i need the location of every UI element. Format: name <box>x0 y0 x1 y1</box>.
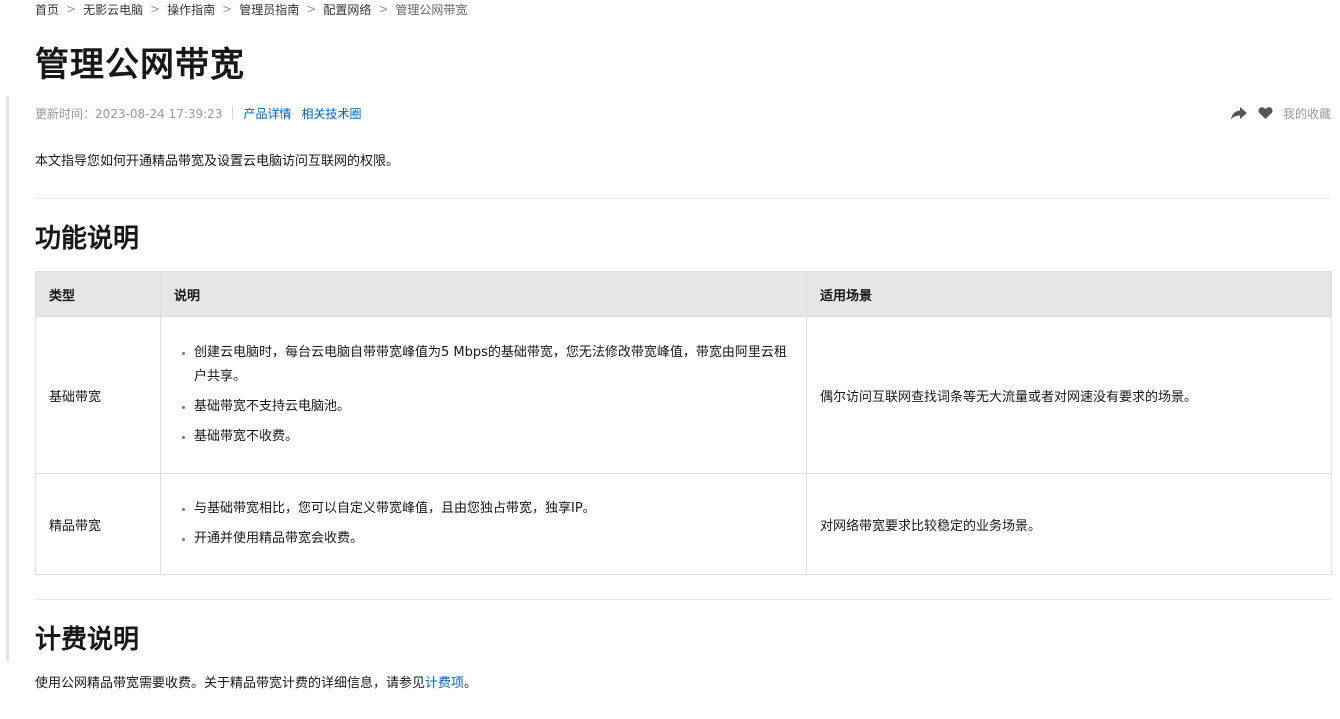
billing-items-link[interactable]: 计费项 <box>425 676 464 691</box>
col-header-scenario: 适用场景 <box>806 271 1332 317</box>
cell-type: 精品带宽 <box>35 473 161 575</box>
breadcrumb-separator: > <box>66 2 77 16</box>
breadcrumb-item-admin-guide[interactable]: 管理员指南 <box>239 1 299 18</box>
list-item: 创建云电脑时，每台云电脑自带带宽峰值为5 Mbps的基础带宽，您无法修改带宽峰值… <box>194 341 793 389</box>
heart-icon[interactable] <box>1258 106 1273 120</box>
list-item: 与基础带宽相比，您可以自定义带宽峰值，且由您独占带宽，独享IP。 <box>194 497 793 521</box>
breadcrumb-separator: > <box>222 2 233 16</box>
col-header-desc: 说明 <box>160 271 807 317</box>
section-divider <box>35 599 1331 600</box>
tech-circle-link[interactable]: 相关技术圈 <box>301 105 361 122</box>
breadcrumb-separator: > <box>150 2 161 16</box>
doc-meta-bar: 更新时间：2023-08-24 17:39:23 产品详情 相关技术圈 我的收藏 <box>35 104 1331 122</box>
breadcrumb-item-guide[interactable]: 操作指南 <box>167 1 215 18</box>
breadcrumb-separator: > <box>378 2 389 16</box>
cell-desc: 与基础带宽相比，您可以自定义带宽峰值，且由您独占带宽，独享IP。 开通并使用精品… <box>160 473 807 575</box>
features-table: 类型 说明 适用场景 基础带宽 创建云电脑时，每台云电脑自带带宽峰值为5 Mbp… <box>35 271 1332 575</box>
cell-type: 基础带宽 <box>35 316 161 474</box>
breadcrumb-item-home[interactable]: 首页 <box>35 1 59 18</box>
list-item: 基础带宽不支持云电脑池。 <box>194 395 793 419</box>
list-item: 基础带宽不收费。 <box>194 425 793 449</box>
left-scroll-rail <box>6 96 9 661</box>
cell-scenario: 对网络带宽要求比较稳定的业务场景。 <box>806 473 1332 575</box>
desc-list: 创建云电脑时，每台云电脑自带带宽峰值为5 Mbps的基础带宽，您无法修改带宽峰值… <box>174 341 793 449</box>
table-row: 精品带宽 与基础带宽相比，您可以自定义带宽峰值，且由您独占带宽，独享IP。 开通… <box>35 473 1332 575</box>
table-header-row: 类型 说明 适用场景 <box>35 271 1332 317</box>
features-heading: 功能说明 <box>35 224 140 254</box>
intro-paragraph: 本文指导您如何开通精品带宽及设置云电脑访问互联网的权限。 <box>35 154 400 169</box>
cell-scenario: 偶尔访问互联网查找词条等无大流量或者对网速没有要求的场景。 <box>806 316 1332 474</box>
doc-actions: 我的收藏 <box>1230 105 1331 122</box>
my-favorites-link[interactable]: 我的收藏 <box>1283 105 1331 122</box>
cell-desc: 创建云电脑时，每台云电脑自带带宽峰值为5 Mbps的基础带宽，您无法修改带宽峰值… <box>160 316 807 474</box>
product-details-link[interactable]: 产品详情 <box>243 105 291 122</box>
updated-time: 更新时间：2023-08-24 17:39:23 <box>35 106 223 121</box>
table-row: 基础带宽 创建云电脑时，每台云电脑自带带宽峰值为5 Mbps的基础带宽，您无法修… <box>35 316 1332 474</box>
breadcrumb: 首页 > 无影云电脑 > 操作指南 > 管理员指南 > 配置网络 > 管理公网带… <box>35 0 467 18</box>
billing-heading: 计费说明 <box>35 625 140 655</box>
breadcrumb-separator: > <box>306 2 317 16</box>
billing-text-end: 。 <box>464 676 478 691</box>
breadcrumb-current: 管理公网带宽 <box>395 2 468 17</box>
share-icon[interactable] <box>1230 106 1248 120</box>
col-header-type: 类型 <box>35 271 161 317</box>
breadcrumb-item-product[interactable]: 无影云电脑 <box>83 1 143 18</box>
section-divider <box>35 198 1331 199</box>
billing-paragraph: 使用公网精品带宽需要收费。关于精品带宽计费的详细信息，请参见计费项。 <box>35 674 477 694</box>
breadcrumb-item-network[interactable]: 配置网络 <box>323 1 371 18</box>
desc-list: 与基础带宽相比，您可以自定义带宽峰值，且由您独占带宽，独享IP。 开通并使用精品… <box>174 497 793 551</box>
billing-text: 使用公网精品带宽需要收费。关于精品带宽计费的详细信息，请参见 <box>35 676 426 691</box>
meta-divider <box>232 106 234 120</box>
page-title: 管理公网带宽 <box>35 45 245 85</box>
list-item: 开通并使用精品带宽会收费。 <box>194 527 793 551</box>
